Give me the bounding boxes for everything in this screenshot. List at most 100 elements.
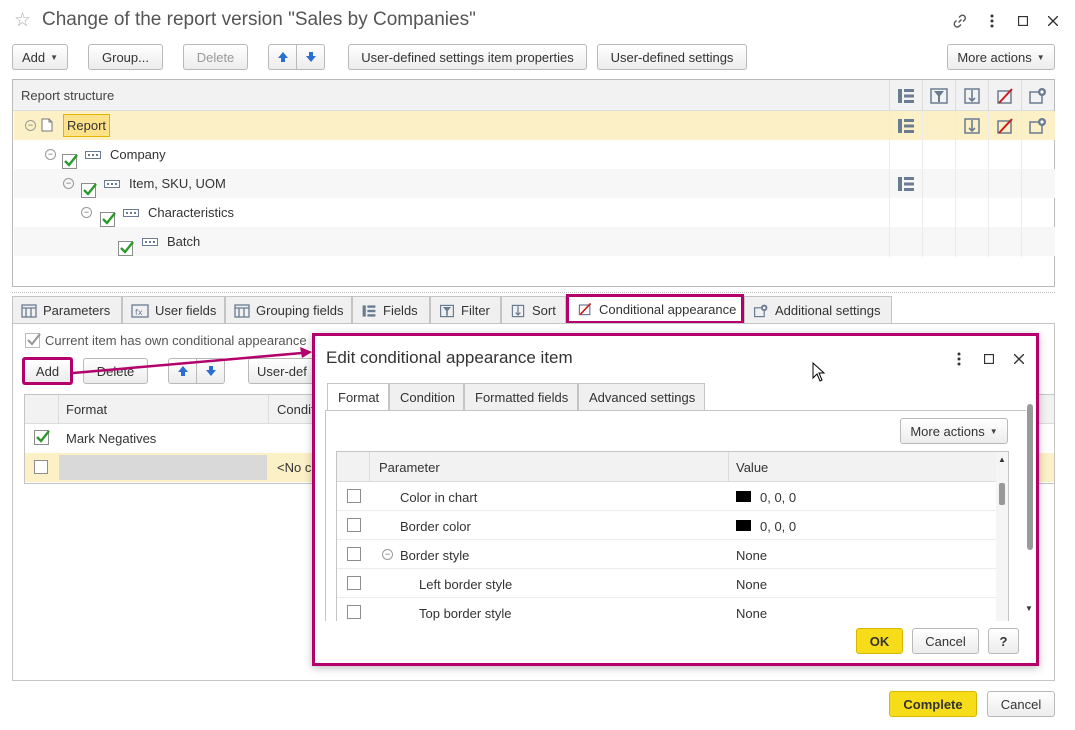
dialog-tab-formatted-fields[interactable]: Formatted fields — [464, 383, 578, 410]
collapse-icon[interactable]: − — [63, 178, 74, 189]
collapse-icon[interactable]: − — [382, 549, 393, 560]
tab-user-fields[interactable]: fx User fields — [122, 296, 225, 324]
ca-row-format: Mark Negatives — [66, 431, 157, 446]
move-down-button[interactable] — [296, 44, 325, 70]
user-settings-button[interactable]: User-defined settings — [597, 44, 747, 70]
cancel-button[interactable]: Cancel — [987, 691, 1055, 717]
fields-set-icon[interactable] — [896, 174, 916, 194]
group-button[interactable]: Group... — [88, 44, 163, 70]
dialog-more-icon[interactable] — [948, 348, 970, 370]
param-checkbox[interactable] — [347, 518, 361, 532]
favorite-star-icon[interactable]: ☆ — [14, 9, 31, 32]
item-properties-button[interactable]: User-defined settings item properties — [348, 44, 587, 70]
complete-button[interactable]: Complete — [889, 691, 977, 717]
user-fields-icon: fx — [131, 303, 149, 318]
param-name: Border style — [400, 548, 470, 563]
ca-move-up-button[interactable] — [168, 358, 197, 384]
param-row-color-in-chart[interactable]: Color in chart 0, 0, 0 — [337, 482, 997, 511]
own-appearance-checkbox[interactable] — [25, 333, 41, 348]
dialog-more-actions-button[interactable]: More actions ▼ — [900, 418, 1008, 444]
dialog-tab-format[interactable]: Format — [327, 383, 389, 411]
fields-set-icon[interactable] — [896, 116, 916, 136]
tab-parameters[interactable]: Parameters — [12, 296, 122, 324]
close-icon[interactable] — [1042, 10, 1064, 32]
company-checkbox[interactable] — [62, 154, 78, 169]
ca-row-format-cell[interactable] — [59, 455, 267, 480]
fields-column-icon — [898, 89, 914, 103]
link-icon[interactable] — [949, 10, 971, 32]
collapse-icon[interactable]: − — [81, 207, 92, 218]
scroll-up-icon[interactable]: ▲ — [998, 455, 1006, 464]
params-scrollbar[interactable]: ▲ — [996, 452, 1008, 621]
param-row-border-style[interactable]: − Border style None — [337, 540, 997, 569]
dialog-maximize-icon[interactable] — [978, 348, 1000, 370]
delete-button[interactable]: Delete — [183, 44, 248, 70]
param-value: 0, 0, 0 — [760, 490, 797, 505]
structure-row-report[interactable]: − Report — [14, 111, 1055, 140]
tab-conditional-appearance[interactable]: Conditional appearance — [566, 294, 744, 324]
settings-set-icon[interactable] — [1028, 116, 1048, 136]
dialog-ok-button[interactable]: OK — [856, 628, 903, 654]
structure-row-company[interactable]: − Company — [14, 140, 1055, 169]
more-actions-button[interactable]: More actions ▼ — [947, 44, 1055, 70]
tab-fields[interactable]: Fields — [352, 296, 430, 324]
tab-label: Sort — [532, 303, 556, 318]
param-row-left-border-style[interactable]: Left border style None — [337, 569, 997, 598]
structure-row-batch[interactable]: Batch — [14, 227, 1055, 256]
param-checkbox[interactable] — [347, 576, 361, 590]
characteristics-checkbox[interactable] — [100, 212, 116, 227]
dialog-help-button[interactable]: ? — [988, 628, 1019, 654]
move-up-button[interactable] — [268, 44, 297, 70]
param-checkbox[interactable] — [347, 605, 361, 619]
param-value: 0, 0, 0 — [760, 519, 797, 534]
add-label: Add — [21, 49, 46, 65]
sort-set-icon[interactable] — [962, 116, 982, 136]
param-checkbox[interactable] — [347, 547, 361, 561]
dialog-close-icon[interactable] — [1008, 348, 1030, 370]
scroll-down-icon[interactable]: ▼ — [1025, 604, 1033, 613]
structure-row-characteristics[interactable]: − Characteristics — [14, 198, 1055, 227]
collapse-icon[interactable]: − — [45, 149, 56, 160]
param-name: Color in chart — [400, 490, 478, 505]
tab-additional-settings[interactable]: Additional settings — [744, 296, 892, 324]
grouping-icon — [85, 151, 101, 159]
ca-add-button[interactable]: Add — [22, 357, 73, 385]
tab-filter[interactable]: Filter — [430, 296, 501, 324]
ca-row-condition: <No c — [277, 460, 312, 475]
chevron-down-icon: ▼ — [1036, 52, 1045, 62]
collapse-icon[interactable]: − — [25, 120, 36, 131]
tab-grouping-fields[interactable]: Grouping fields — [225, 296, 352, 324]
dialog-scrollbar[interactable]: ▼ — [1025, 404, 1034, 619]
param-value: None — [736, 548, 768, 563]
add-button[interactable]: Add ▼ — [12, 44, 68, 70]
param-checkbox[interactable] — [347, 489, 361, 503]
batch-checkbox[interactable] — [118, 241, 134, 256]
grouping-icon — [123, 209, 139, 217]
tab-sort[interactable]: Sort — [501, 296, 566, 324]
dialog-tab-advanced-settings[interactable]: Advanced settings — [578, 383, 705, 410]
ca-row-checkbox[interactable] — [34, 430, 50, 445]
filter-column-icon — [930, 88, 948, 104]
param-row-top-border-style[interactable]: Top border style None — [337, 598, 997, 621]
dialog-cancel-button[interactable]: Cancel — [912, 628, 979, 654]
window-title: Change of the report version "Sales by C… — [42, 9, 476, 30]
sort-column-icon — [964, 88, 980, 104]
maximize-icon[interactable] — [1012, 10, 1034, 32]
dialog-scroll-thumb[interactable] — [1027, 404, 1033, 550]
structure-row-item[interactable]: − Item, SKU, UOM — [14, 169, 1055, 198]
structure-row-label: Characteristics — [148, 205, 234, 220]
arrow-down-icon — [205, 366, 216, 376]
scroll-thumb[interactable] — [999, 483, 1005, 505]
dialog-tab-condition[interactable]: Condition — [389, 383, 464, 410]
appearance-set-icon[interactable] — [995, 116, 1015, 136]
dialog-title: Edit conditional appearance item — [326, 348, 573, 367]
more-vertical-icon[interactable] — [981, 10, 1003, 32]
param-row-border-color[interactable]: Border color 0, 0, 0 — [337, 511, 997, 540]
ca-delete-button[interactable]: Delete — [83, 358, 148, 384]
item-checkbox[interactable] — [81, 183, 97, 198]
grouping-icon — [142, 238, 158, 246]
ca-move-down-button[interactable] — [196, 358, 225, 384]
ca-row-checkbox[interactable] — [34, 460, 48, 474]
param-name: Left border style — [419, 577, 513, 592]
chevron-down-icon: ▼ — [989, 426, 998, 436]
